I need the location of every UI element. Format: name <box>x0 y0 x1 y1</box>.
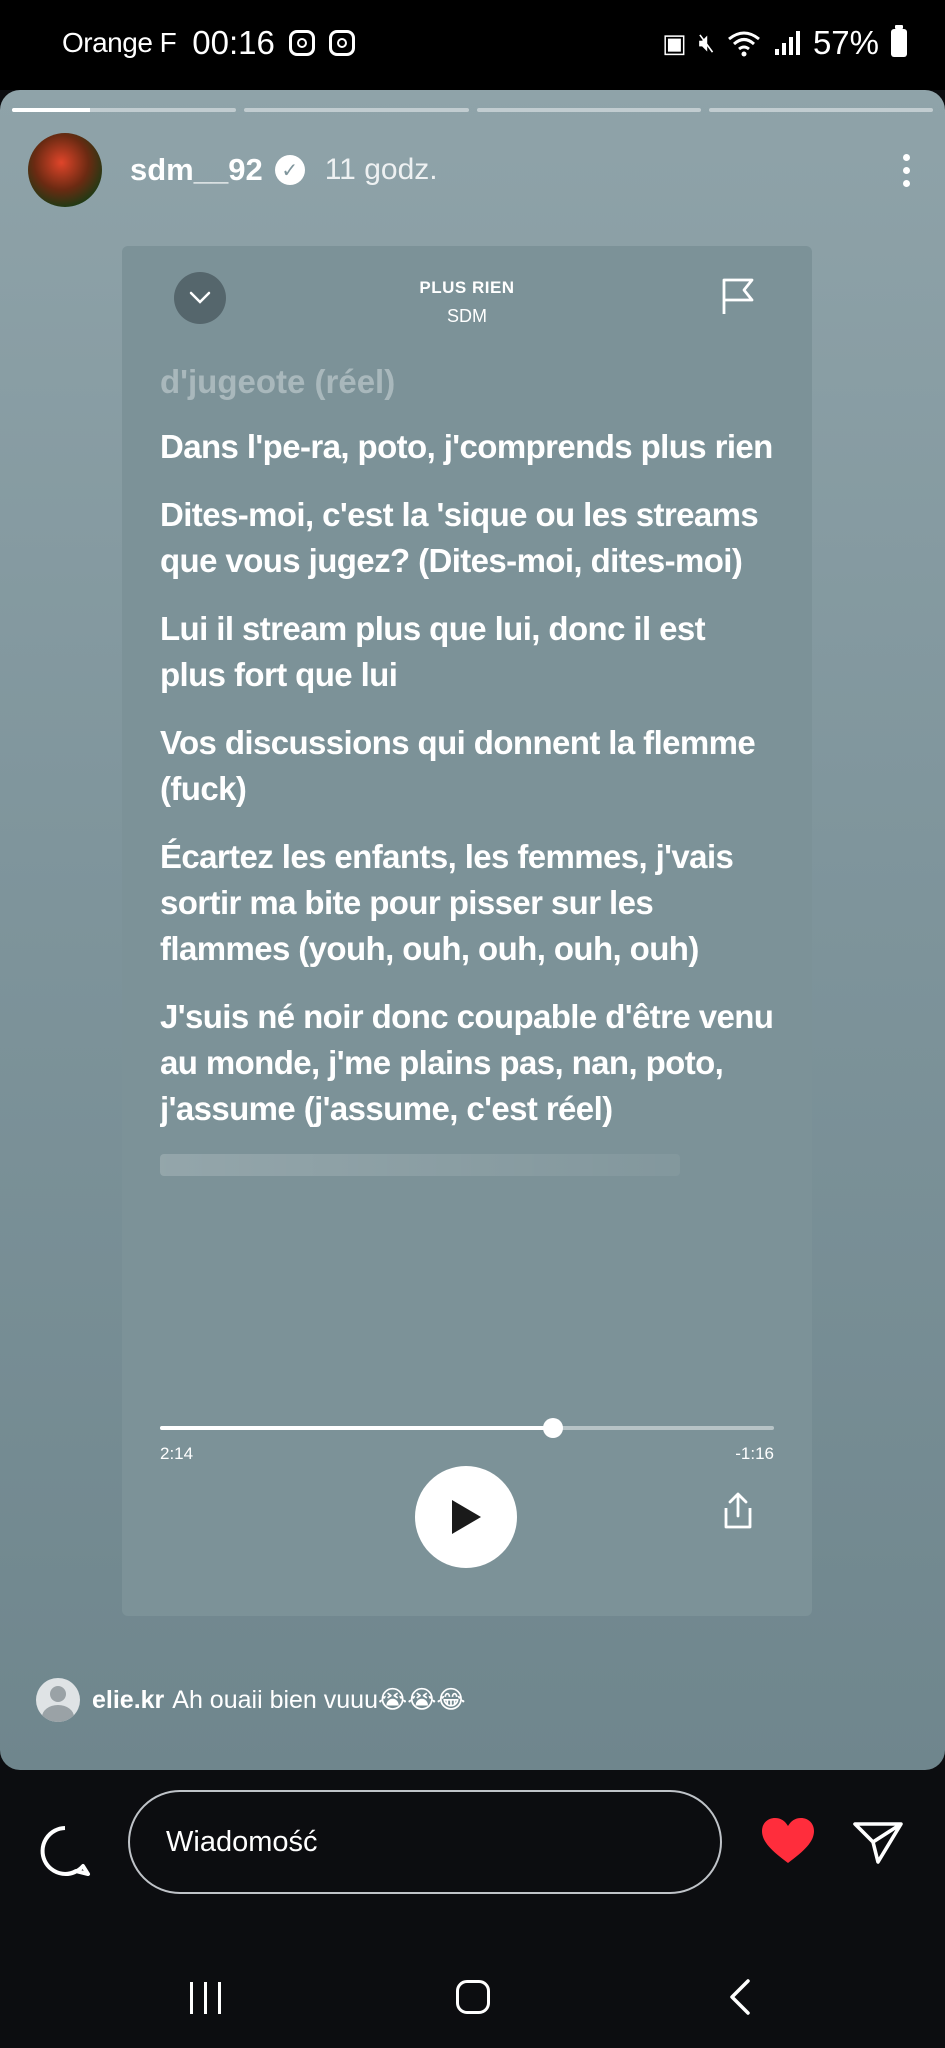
chat-bubble-icon[interactable] <box>38 1824 92 1878</box>
story-progress-segment <box>244 108 469 112</box>
mention-username[interactable]: elie.kr <box>92 1686 164 1715</box>
remaining-time: -1:16 <box>735 1444 774 1463</box>
home-button[interactable] <box>456 1980 490 2014</box>
play-button[interactable] <box>415 1466 517 1568</box>
battery-percent: 57% <box>812 24 879 61</box>
status-bar: Orange F 00:16 ▣ 🔇︎ 57% <box>0 0 945 90</box>
instagram-icon <box>328 30 355 56</box>
lyrics-text: d'jugeote (réel) Dans l'pe-ra, poto, j'c… <box>160 366 776 1351</box>
recents-button[interactable] <box>190 1982 221 2014</box>
heart-icon[interactable] <box>760 1816 816 1866</box>
avatar[interactable] <box>28 133 102 207</box>
play-icon <box>452 1500 481 1534</box>
story-progress-fill <box>12 108 91 112</box>
elapsed-time: 2:14 <box>160 1444 194 1463</box>
lyrics-card[interactable]: PLUS RIEN SDM d'jugeote (réel) Dans l'pe… <box>122 246 812 1616</box>
lyric-line-next-faded <box>160 1154 680 1176</box>
lyric-line: Vos discussions qui donnent la flemme (f… <box>160 724 756 807</box>
lyric-line: Lui il stream plus que lui, donc il est … <box>160 610 706 693</box>
lyric-line: Écartez les enfants, les femmes, j'vais … <box>160 838 734 967</box>
signal-icon <box>774 31 800 55</box>
verified-icon: ✓ <box>274 155 305 185</box>
playback-progress <box>160 1426 553 1430</box>
song-header: PLUS RIEN SDM <box>122 272 812 342</box>
lyric-line-faded: d'jugeote (réel) <box>160 366 396 400</box>
story-progress <box>12 108 933 112</box>
more-icon[interactable] <box>891 153 921 187</box>
status-left: Orange F 00:16 <box>62 24 355 62</box>
reply-bar: Wiadomość <box>0 1770 945 1948</box>
story-progress-segment <box>12 108 237 112</box>
flag-icon[interactable] <box>720 276 756 316</box>
battery-icon <box>891 25 907 57</box>
share-icon[interactable] <box>722 1492 754 1530</box>
instagram-icon <box>288 30 315 56</box>
time-ago: 11 godz. <box>324 153 438 186</box>
wifi-icon <box>728 31 760 57</box>
message-placeholder: Wiadomość <box>166 1825 318 1858</box>
mention-avatar <box>36 1678 80 1722</box>
username[interactable]: sdm__92 <box>130 152 263 188</box>
mute-icon: 🔇︎ <box>698 27 715 57</box>
playback-knob[interactable] <box>542 1418 563 1438</box>
song-title: PLUS RIEN <box>419 278 515 297</box>
status-right: ▣ 🔇︎ 57% <box>662 24 907 62</box>
clock: 00:16 <box>192 24 275 61</box>
lyric-line: Dites-moi, c'est la 'sique ou les stream… <box>160 496 759 579</box>
system-nav-bar <box>0 1948 945 2048</box>
battery-saver-icon: ▣ <box>661 27 687 58</box>
playback-slider[interactable] <box>160 1418 774 1438</box>
back-icon[interactable] <box>728 1978 752 2016</box>
story-header: sdm__92 ✓ 11 godz. <box>28 130 921 210</box>
message-input[interactable]: Wiadomość <box>128 1790 722 1894</box>
mention-text: Ah ouaii bien vuuu😭😭😂 <box>172 1686 466 1714</box>
send-icon[interactable] <box>852 1820 904 1866</box>
lyric-line: J'suis né noir donc coupable d'être venu… <box>160 998 774 1127</box>
song-artist: SDM <box>447 306 487 326</box>
story-progress-segment <box>708 108 933 112</box>
story-panel[interactable]: sdm__92 ✓ 11 godz. PLUS RIEN SDM d'jugeo… <box>0 90 945 1770</box>
lyric-line: Dans l'pe-ra, poto, j'comprends plus rie… <box>160 428 773 465</box>
story-progress-segment <box>476 108 701 112</box>
mention-sticker[interactable]: elie.kr Ah ouaii bien vuuu😭😭😂 <box>36 1678 466 1722</box>
carrier-name: Orange F <box>62 27 177 58</box>
